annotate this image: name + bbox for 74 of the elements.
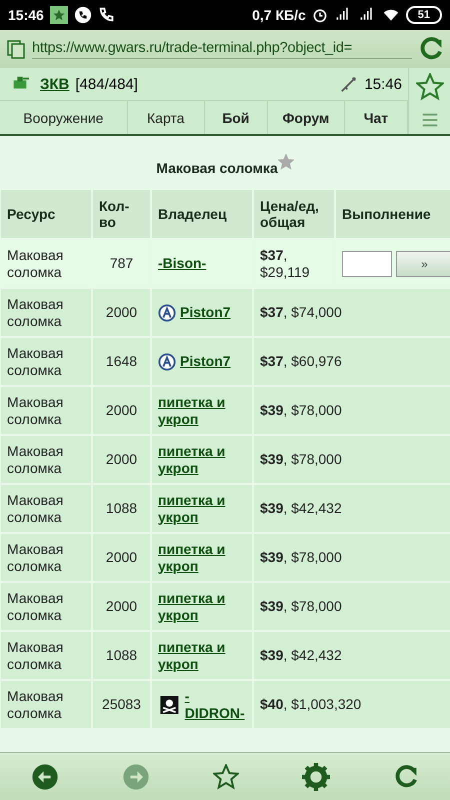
table-cell: 1088 xyxy=(93,632,150,679)
network-speed: 0,7 КБ/с xyxy=(252,7,306,23)
wifi-icon xyxy=(382,7,400,23)
header-clock: 15:46 xyxy=(364,76,402,92)
phone-icon xyxy=(74,6,92,24)
owner-link[interactable]: Piston7 xyxy=(180,304,231,321)
table-cell: Маковая соломка xyxy=(1,583,91,630)
nav-link[interactable]: Форум xyxy=(268,101,345,134)
price-text: $37, $60,976 xyxy=(260,353,342,370)
settings-icon[interactable] xyxy=(302,762,330,790)
owner-link[interactable]: пипетка и укроп xyxy=(158,541,246,574)
price-text: $39, $78,000 xyxy=(260,598,342,615)
table-cell: 2000 xyxy=(93,289,150,336)
call-icon xyxy=(98,6,116,24)
column-header: Кол-во xyxy=(93,190,150,238)
table-cell: Маковая соломка xyxy=(1,338,91,385)
table-cell: Маковая соломка xyxy=(1,485,91,532)
table-cell: 1648 xyxy=(93,338,150,385)
star-icon[interactable] xyxy=(416,73,444,101)
user-link[interactable]: ЗКВ xyxy=(40,76,70,92)
price-text: $40, $1,003,320 xyxy=(260,696,362,713)
owner-link[interactable]: пипетка и укроп xyxy=(158,394,246,427)
owner-link[interactable]: Piston7 xyxy=(180,353,231,370)
table-cell: Маковая соломка xyxy=(1,289,91,336)
column-header: Ресурс xyxy=(1,190,91,238)
table-cell: Маковая соломка xyxy=(1,436,91,483)
price-text: $37, $29,119 xyxy=(260,247,311,280)
table-cell: 2000 xyxy=(93,436,150,483)
price-text: $39, $78,000 xyxy=(260,402,342,419)
owner-link[interactable]: пипетка и укроп xyxy=(158,492,246,525)
reload-icon[interactable] xyxy=(418,36,444,62)
emblem-icon xyxy=(158,352,176,370)
owner-link[interactable]: -DIDRON- xyxy=(184,688,246,721)
price-text: $39, $78,000 xyxy=(260,549,342,566)
column-header: Цена/ед, общая xyxy=(254,190,334,238)
price-text: $37, $74,000 xyxy=(260,304,342,321)
price-text: $39, $42,432 xyxy=(260,647,342,664)
nav-link[interactable]: Карта xyxy=(128,101,205,134)
table-cell: Маковая соломка xyxy=(1,387,91,434)
owner-link[interactable]: пипетка и укроп xyxy=(158,443,246,476)
table-cell: Маковая соломка xyxy=(1,632,91,679)
table-cell: 1088 xyxy=(93,485,150,532)
nav-link[interactable]: Чат xyxy=(344,101,408,134)
table-cell: Маковая соломка xyxy=(1,534,91,581)
price-text: $39, $78,000 xyxy=(260,451,342,468)
owner-link[interactable]: -Bison- xyxy=(158,255,206,272)
table-cell: Маковая соломка xyxy=(1,681,91,728)
nav-link[interactable]: Вооружение xyxy=(0,101,128,134)
rifle-icon xyxy=(340,75,358,93)
reload-icon[interactable] xyxy=(392,764,419,790)
tabs-icon[interactable] xyxy=(6,38,26,60)
submit-button[interactable]: » xyxy=(396,250,450,276)
owner-link[interactable]: пипетка и укроп xyxy=(158,639,246,672)
hp-counter: [484/484] xyxy=(75,76,138,92)
status-time: 15:46 xyxy=(8,7,44,23)
column-header: Выполнение xyxy=(336,190,450,238)
table-cell: 2000 xyxy=(93,387,150,434)
table-cell: 2000 xyxy=(93,583,150,630)
owner-link[interactable]: пипетка и укроп xyxy=(158,590,246,623)
battery-indicator: 51 xyxy=(406,6,442,24)
app-icon xyxy=(50,6,68,24)
resource-title: Маковая соломка xyxy=(156,159,278,176)
alarm-icon xyxy=(312,7,328,23)
star-icon[interactable] xyxy=(212,764,239,790)
column-header: Владелец xyxy=(152,190,252,238)
star-icon[interactable] xyxy=(278,154,294,170)
quantity-input[interactable] xyxy=(342,250,392,276)
table-cell: 25083 xyxy=(93,681,150,728)
nav-link[interactable]: Бой xyxy=(204,101,268,134)
price-text: $39, $42,432 xyxy=(260,500,342,517)
table-cell: 2000 xyxy=(93,534,150,581)
skull-icon xyxy=(158,696,181,714)
back-icon[interactable] xyxy=(31,762,60,790)
emblem-icon xyxy=(158,304,176,322)
